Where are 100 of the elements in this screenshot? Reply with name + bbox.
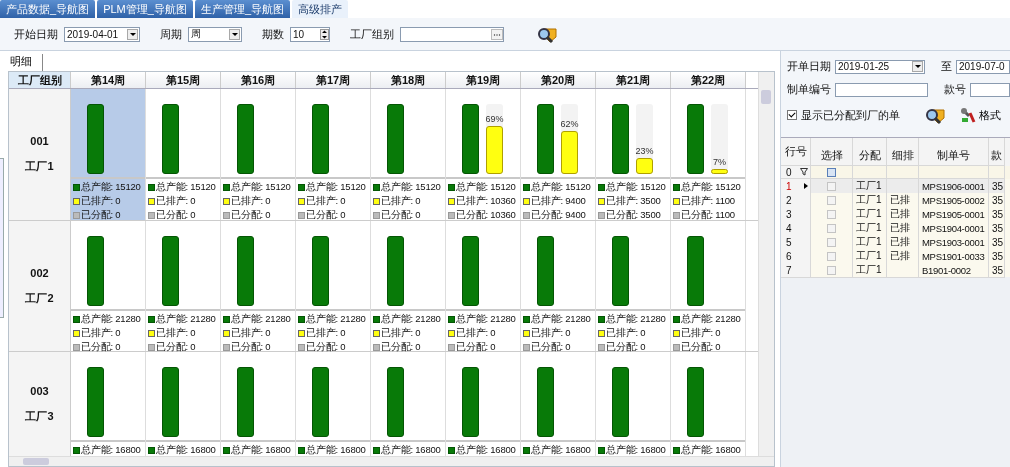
legend-swatch xyxy=(148,211,155,219)
legend-text: 总产能: 15120 xyxy=(231,180,291,194)
legend-text: 总产能: 21280 xyxy=(81,312,141,326)
capacity-bar xyxy=(462,104,479,174)
nav-tab[interactable]: 产品数据_导航图 xyxy=(0,0,96,18)
capacity-cell[interactable]: 总产能: 16800 xyxy=(221,352,296,456)
horizontal-scrollbar[interactable] xyxy=(9,456,774,466)
capacity-cell[interactable]: 总产能: 21280 已排产: 0 已分配: 0 xyxy=(521,221,596,351)
checkbox[interactable] xyxy=(827,195,836,205)
capacity-cell[interactable]: 总产能: 16800 xyxy=(71,352,146,456)
start-date-dropdown[interactable]: 2019-04-01 xyxy=(64,26,140,42)
capacity-cell[interactable]: 总产能: 21280 已排产: 0 已分配: 0 xyxy=(596,221,671,351)
field-label: 开单日期 xyxy=(787,59,831,74)
capacity-bar xyxy=(687,104,704,174)
nav-tab[interactable]: 生产管理_导航图 xyxy=(194,0,290,18)
period-count-spinner[interactable]: 10 xyxy=(290,26,330,42)
legend-text: 总产能: 15120 xyxy=(681,180,741,194)
period-dropdown[interactable]: 周 xyxy=(188,26,242,42)
capacity-cell[interactable]: 总产能: 15120 已排产: 0 已分配: 0 xyxy=(296,89,371,220)
capacity-cell[interactable]: 总产能: 21280 已排产: 0 已分配: 0 xyxy=(671,221,746,351)
legend-swatch xyxy=(373,329,380,337)
factory-group-field[interactable] xyxy=(400,26,504,42)
legend-text: 已排产: 0 xyxy=(81,194,121,208)
legend-text: 总产能: 16800 xyxy=(681,443,741,456)
capacity-cell[interactable]: 总产能: 16800 xyxy=(671,352,746,456)
capacity-cell[interactable]: 总产能: 16800 xyxy=(446,352,521,456)
field-label: 款号 xyxy=(944,82,966,97)
legend-text: 已排产: 0 xyxy=(531,326,571,340)
scrollbar-thumb[interactable] xyxy=(23,458,49,465)
order-date-dropdown[interactable]: 2019-01-25 xyxy=(835,59,925,74)
percent-label: 69% xyxy=(484,113,505,124)
capacity-cell[interactable]: 62% 总产能: 15120 已排产: 9400 已分配: 9400 xyxy=(521,89,596,220)
nav-tab[interactable]: 高级排产 xyxy=(292,0,348,18)
capacity-cell[interactable]: 总产能: 16800 xyxy=(146,352,221,456)
legend-swatch xyxy=(298,197,305,205)
legend-swatch xyxy=(673,446,680,454)
capacity-cell[interactable]: 总产能: 15120 已排产: 0 已分配: 0 xyxy=(371,89,446,220)
style-number-field[interactable] xyxy=(970,82,1010,97)
capacity-cell[interactable]: 69% 总产能: 15120 已排产: 10360 已分配: 10360 xyxy=(446,89,521,220)
capacity-cell[interactable]: 总产能: 21280 已排产: 0 已分配: 0 xyxy=(296,221,371,351)
legend-swatch xyxy=(448,446,455,454)
checkbox[interactable] xyxy=(827,223,836,233)
legend-text: 已分配: 0 xyxy=(231,340,271,354)
end-date-field[interactable]: 2019-07-0 xyxy=(956,59,1010,74)
legend-text: 总产能: 16800 xyxy=(156,443,216,456)
checkbox[interactable] xyxy=(827,209,836,219)
capacity-cell[interactable]: 总产能: 16800 xyxy=(521,352,596,456)
legend-swatch xyxy=(373,343,380,351)
checkbox[interactable] xyxy=(827,251,836,261)
capacity-bar xyxy=(87,236,104,306)
legend-swatch xyxy=(448,329,455,337)
capacity-cell[interactable]: 总产能: 21280 已排产: 0 已分配: 0 xyxy=(371,221,446,351)
legend-swatch xyxy=(73,315,80,323)
legend-text: 已分配: 0 xyxy=(306,340,346,354)
order-number-field[interactable] xyxy=(835,82,928,97)
format-button[interactable]: 格式 xyxy=(960,107,1001,123)
table-cell: B1901-0002 xyxy=(919,263,989,278)
row-header-cell[interactable]: 7 xyxy=(781,263,811,278)
checkbox[interactable] xyxy=(827,167,836,177)
checkbox[interactable] xyxy=(787,110,797,120)
capacity-cell[interactable]: 总产能: 21280 已排产: 0 已分配: 0 xyxy=(146,221,221,351)
checkbox[interactable] xyxy=(827,181,836,191)
capacity-cell[interactable]: 总产能: 16800 xyxy=(371,352,446,456)
legend-text: 已排产: 0 xyxy=(231,194,271,208)
tools-icon xyxy=(960,107,976,123)
detail-tab[interactable]: 明细 xyxy=(8,54,43,71)
capacity-cell[interactable]: 总产能: 16800 xyxy=(596,352,671,456)
legend-swatch xyxy=(673,329,680,337)
legend-swatch xyxy=(223,329,230,337)
legend-swatch xyxy=(598,329,605,337)
legend-text: 已分配: 10360 xyxy=(456,208,516,222)
capacity-cell[interactable]: 23% 总产能: 15120 已排产: 3500 已分配: 3500 xyxy=(596,89,671,220)
legend-swatch xyxy=(673,197,680,205)
checkbox[interactable] xyxy=(827,265,836,275)
row-number: 6 xyxy=(786,250,792,262)
legend-swatch xyxy=(673,315,680,323)
capacity-cell[interactable]: 7% 总产能: 15120 已排产: 1100 已分配: 1100 xyxy=(671,89,746,220)
capacity-cell[interactable]: 总产能: 15120 已排产: 0 已分配: 0 xyxy=(221,89,296,220)
capacity-cell[interactable]: 总产能: 21280 已排产: 0 已分配: 0 xyxy=(446,221,521,351)
column-header: 第22周 xyxy=(671,72,746,88)
checkbox-label: 显示已分配到厂的单 xyxy=(801,107,900,123)
scrollbar-thumb[interactable] xyxy=(761,90,771,104)
capacity-bar xyxy=(312,367,329,437)
capacity-cell[interactable]: 总产能: 21280 已排产: 0 已分配: 0 xyxy=(71,221,146,351)
checkbox[interactable] xyxy=(827,237,836,247)
ellipsis-icon xyxy=(491,28,503,40)
legend-text: 已分配: 0 xyxy=(606,340,646,354)
capacity-cell[interactable]: 总产能: 15120 已排产: 0 已分配: 0 xyxy=(71,89,146,220)
legend-text: 总产能: 16800 xyxy=(531,443,591,456)
capacity-cell[interactable]: 总产能: 16800 xyxy=(296,352,371,456)
nav-tab[interactable]: PLM管理_导航图 xyxy=(97,0,193,18)
factory-name: 工厂3 xyxy=(25,408,54,424)
legend-text: 已分配: 9400 xyxy=(531,208,586,222)
capacity-cell[interactable]: 总产能: 21280 已排产: 0 已分配: 0 xyxy=(221,221,296,351)
capacity-cell[interactable]: 总产能: 15120 已排产: 0 已分配: 0 xyxy=(146,89,221,220)
legend-text: 已排产: 0 xyxy=(381,194,421,208)
legend-text: 总产能: 21280 xyxy=(681,312,741,326)
panel-splitter-handle[interactable] xyxy=(0,158,4,318)
factory-code: 002 xyxy=(30,266,49,279)
vertical-scrollbar[interactable] xyxy=(758,72,774,456)
